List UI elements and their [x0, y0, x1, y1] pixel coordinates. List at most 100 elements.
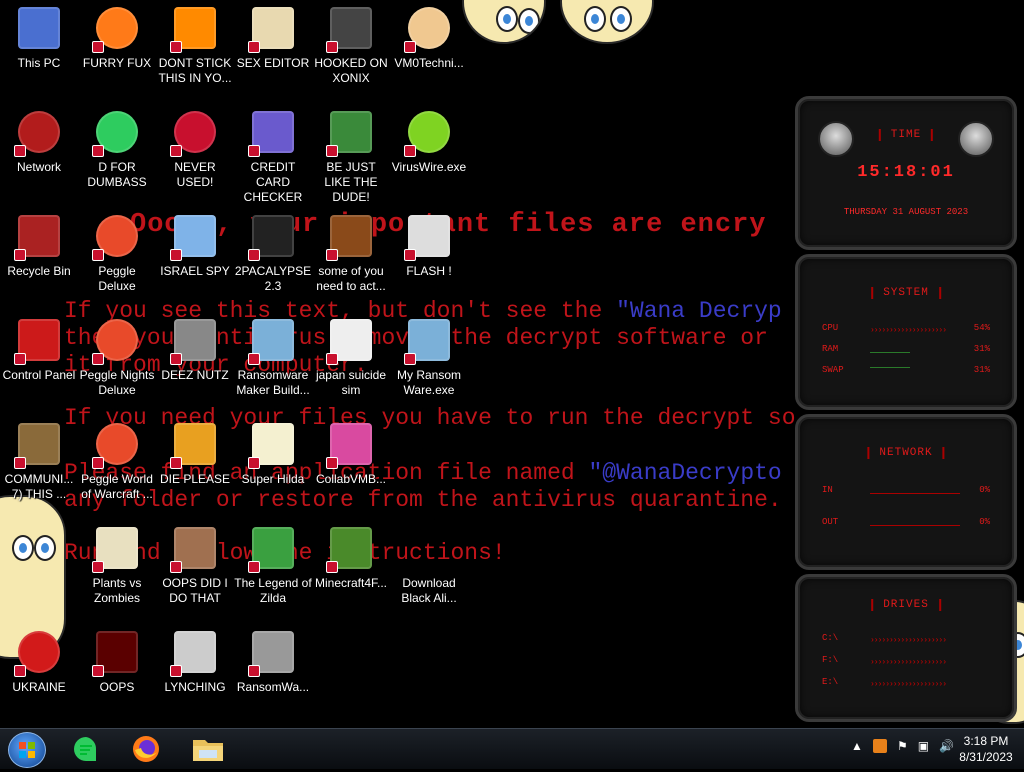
wallpaper-text-blue: "@WanaDecrypto: [588, 460, 782, 486]
desktop-icon[interactable]: Download Black Ali...: [390, 524, 468, 606]
desktop-icon-label: Plants vs Zombies: [92, 576, 142, 605]
desktop-icon[interactable]: DONT STICK THIS IN YO...: [156, 4, 234, 86]
desktop-icon[interactable]: FLASH !: [390, 212, 468, 279]
desktop-icon[interactable]: japan suicide sim: [312, 316, 390, 398]
desktop-icon[interactable]: [390, 420, 468, 472]
peggle-icon: [92, 212, 141, 261]
desktop-icon[interactable]: OOPS DID I DO THAT: [156, 524, 234, 606]
uac-shield-icon: [170, 457, 182, 469]
desktop-icon[interactable]: some of you need to act...: [312, 212, 390, 294]
gadget-title: NETWORK: [867, 447, 945, 459]
windows-logo-icon: [19, 742, 35, 758]
taskbar-firefox[interactable]: [124, 732, 168, 766]
gadget-date: THURSDAY 31 AUGUST 2023: [843, 207, 969, 217]
drive-c-label: C:\: [822, 633, 839, 643]
network-status-icon[interactable]: ▣: [918, 739, 929, 753]
show-hidden-icons-icon[interactable]: ▲: [851, 739, 863, 753]
spy-screen-icon: [170, 212, 219, 261]
taskbar-chat-app[interactable]: [64, 732, 108, 766]
desktop-icon[interactable]: VM0Techni...: [390, 4, 468, 71]
desktop-icon[interactable]: OOPS: [78, 628, 156, 695]
avast-icon[interactable]: [872, 739, 887, 753]
desktop-icon[interactable]: NEVER USED!: [156, 108, 234, 190]
volume-icon[interactable]: 🔊: [939, 739, 954, 753]
desktop-icon[interactable]: 2PACALYPSE 2.3: [234, 212, 312, 294]
uac-shield-icon: [326, 561, 338, 573]
desktop-icon[interactable]: COMMUNI... 7) THIS ...: [0, 420, 78, 502]
desktop-icon[interactable]: CREDIT CARD CHECKER: [234, 108, 312, 205]
desktop-icon[interactable]: Peggle World of Warcraft ...: [78, 420, 156, 502]
desktop-icon-label: Recycle Bin: [7, 264, 71, 278]
desktop-icon[interactable]: UKRAINE: [0, 628, 78, 695]
link-icon: [248, 524, 297, 573]
action-center-flag-icon[interactable]: ⚑: [897, 739, 908, 753]
desktop-icon[interactable]: D FOR DUMBASS: [78, 108, 156, 190]
desktop-icon[interactable]: DIE PLEASE: [156, 420, 234, 487]
desktop-icon[interactable]: Network: [0, 108, 78, 175]
desktop-icon-label: Super Hilda: [241, 472, 305, 486]
desktop-icon-label: Peggle Nights Deluxe: [79, 368, 155, 397]
taskbar-explorer[interactable]: [186, 732, 230, 766]
desktop-icon[interactable]: [0, 524, 78, 576]
desktop-icon-label: My Ransom Ware.exe: [396, 368, 461, 397]
uac-shield-icon: [14, 145, 26, 157]
desktop-icon[interactable]: CollabVMB...: [312, 420, 390, 487]
gadget-clock: 15:18:01: [857, 163, 955, 182]
game-icon: [326, 4, 375, 53]
desktop-icon[interactable]: SEX EDITOR: [234, 4, 312, 71]
desktop-icon[interactable]: HOOKED ON XONIX: [312, 4, 390, 86]
network-gadget[interactable]: NETWORK IN 0% OUT 0%: [795, 414, 1017, 570]
desktop-icon[interactable]: Peggle Nights Deluxe: [78, 316, 156, 398]
drive-c-row: C:\ ››››››››››››››››››››: [822, 633, 990, 647]
desktop-icon[interactable]: Control Panel: [0, 316, 78, 383]
desktop-icon-label: OOPS DID I DO THAT: [162, 576, 228, 605]
start-button[interactable]: [8, 732, 46, 768]
uac-shield-icon: [248, 249, 260, 261]
blank-icon: [405, 420, 453, 468]
uac-shield-icon: [92, 457, 104, 469]
desktop-icon[interactable]: ISRAEL SPY: [156, 212, 234, 279]
taskbar-clock[interactable]: 3:18 PM 8/31/2023: [956, 733, 1016, 765]
system-gadget[interactable]: SYSTEM CPU ›››››››››››››››››››› 54% RAM …: [795, 254, 1017, 410]
drive-f-bar: ››››››››››››››››››››: [870, 658, 947, 664]
hxd-editor-icon: [248, 4, 297, 53]
desktop-icon[interactable]: Minecraft4F...: [312, 524, 390, 591]
drives-gadget[interactable]: DRIVES C:\ ›››››››››››››››››››› F:\ ››››…: [795, 574, 1017, 722]
desktop-icon[interactable]: Super Hilda: [234, 420, 312, 487]
desktop-icon-label: SEX EDITOR: [236, 56, 310, 70]
net-in-row: IN 0%: [822, 485, 990, 499]
desktop-icon[interactable]: FURRY FUX: [78, 4, 156, 71]
desktop-icon[interactable]: VirusWire.exe: [390, 108, 468, 175]
desktop-icon[interactable]: BE JUST LIKE THE DUDE!: [312, 108, 390, 205]
uac-shield-icon: [248, 145, 260, 157]
time-gadget[interactable]: TIME 15:18:01 THURSDAY 31 AUGUST 2023: [795, 96, 1017, 250]
uac-shield-icon: [170, 665, 182, 677]
swap-label: SWAP: [822, 365, 844, 375]
desktop-icon-label: Control Panel: [2, 368, 76, 382]
wallpaper-text-blue: "Wana Decryp: [616, 298, 782, 324]
red-card-icon: [92, 628, 141, 677]
ram-value: 31%: [973, 344, 990, 354]
desktop-icon-label: Download Black Ali...: [401, 576, 457, 605]
desktop-icon[interactable]: Recycle Bin: [0, 212, 78, 279]
desktop-icon[interactable]: The Legend of Zilda: [234, 524, 312, 606]
desktop-icon-label: 2PACALYPSE 2.3: [234, 264, 312, 293]
desktop-icon[interactable]: RansomWa...: [234, 628, 312, 695]
desktop-icon-label: FURRY FUX: [82, 56, 152, 70]
desktop-icon[interactable]: Ransomware Maker Build...: [234, 316, 312, 398]
uac-shield-icon: [170, 145, 182, 157]
desktop-icon[interactable]: DEEZ NUTZ: [156, 316, 234, 383]
money-bag-icon: [14, 420, 63, 469]
drive-c-bar: ››››››››››››››››››››: [870, 636, 947, 642]
desktop-icon[interactable]: This PC: [0, 4, 78, 71]
gadget-title: TIME: [878, 129, 934, 141]
uac-shield-icon: [92, 249, 104, 261]
desktop-icon-label: BE JUST LIKE THE DUDE!: [324, 160, 378, 204]
uac-shield-icon: [248, 457, 260, 469]
desktop-icon[interactable]: Peggle Deluxe: [78, 212, 156, 294]
desktop-icon[interactable]: Plants vs Zombies: [78, 524, 156, 606]
computer-icon: [15, 4, 63, 52]
desktop-icon[interactable]: My Ransom Ware.exe: [390, 316, 468, 398]
vlc-cone-icon: [170, 4, 219, 53]
desktop-icon[interactable]: LYNCHING: [156, 628, 234, 695]
